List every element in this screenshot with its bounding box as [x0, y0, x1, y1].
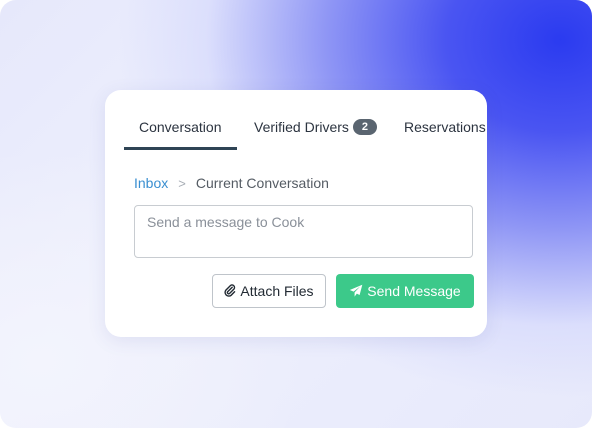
- tab-reservations-label: Reservations: [404, 119, 486, 135]
- breadcrumb-separator: >: [178, 175, 186, 191]
- tab-conversation[interactable]: Conversation: [139, 119, 222, 135]
- message-input[interactable]: [135, 206, 472, 257]
- tab-conversation-label: Conversation: [139, 119, 222, 135]
- breadcrumb-inbox-link[interactable]: Inbox: [134, 175, 168, 191]
- tab-verified-drivers[interactable]: Verified Drivers 2: [254, 119, 377, 135]
- attach-files-button[interactable]: Attach Files: [212, 274, 326, 308]
- send-message-label: Send Message: [367, 283, 461, 299]
- conversation-card: Conversation Verified Drivers 2 Reservat…: [105, 90, 487, 337]
- breadcrumb-current: Current Conversation: [195, 175, 329, 191]
- breadcrumb: Inbox > Current Conversation: [134, 175, 329, 191]
- tab-verified-drivers-label: Verified Drivers: [254, 119, 349, 135]
- verified-drivers-count-badge: 2: [352, 119, 377, 135]
- send-message-button[interactable]: Send Message: [336, 274, 474, 308]
- attach-files-label: Attach Files: [240, 283, 314, 299]
- tab-bar: Conversation Verified Drivers 2 Reservat…: [105, 90, 487, 150]
- page-background: Conversation Verified Drivers 2 Reservat…: [0, 0, 592, 428]
- paperclip-icon: [224, 284, 236, 298]
- message-input-container: [134, 205, 473, 258]
- tab-reservations[interactable]: Reservations: [404, 119, 486, 135]
- active-tab-indicator: [124, 147, 237, 150]
- paper-plane-icon: [349, 284, 363, 298]
